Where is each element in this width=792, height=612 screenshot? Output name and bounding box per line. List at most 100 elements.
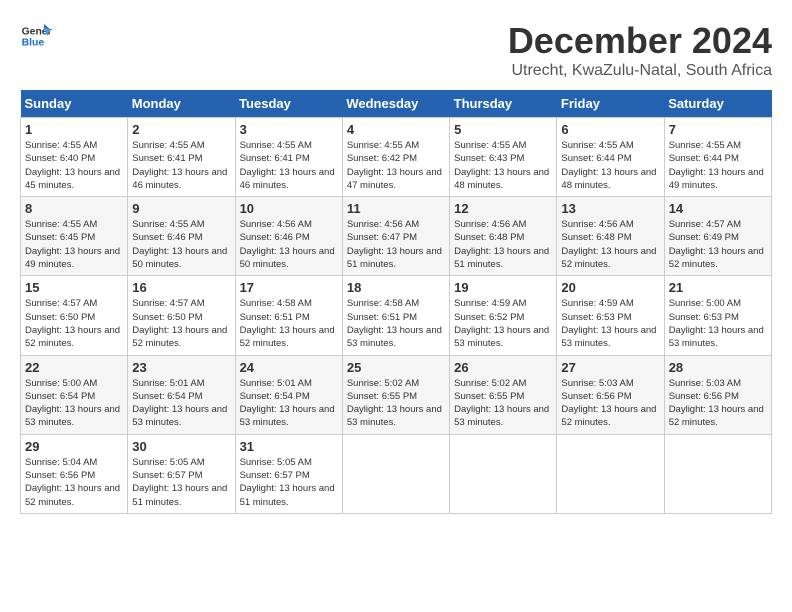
col-saturday: Saturday [664, 90, 771, 118]
table-row: 11 Sunrise: 4:56 AM Sunset: 6:47 PM Dayl… [342, 197, 449, 276]
day-number: 28 [669, 360, 767, 375]
day-info: Sunrise: 4:59 AM Sunset: 6:52 PM Dayligh… [454, 297, 552, 350]
calendar-week-row: 15 Sunrise: 4:57 AM Sunset: 6:50 PM Dayl… [21, 276, 772, 355]
day-number: 24 [240, 360, 338, 375]
day-number: 14 [669, 201, 767, 216]
day-number: 9 [132, 201, 230, 216]
day-info: Sunrise: 4:55 AM Sunset: 6:41 PM Dayligh… [132, 139, 230, 192]
table-row: 25 Sunrise: 5:02 AM Sunset: 6:55 PM Dayl… [342, 355, 449, 434]
day-number: 15 [25, 280, 123, 295]
calendar-week-row: 29 Sunrise: 5:04 AM Sunset: 6:56 PM Dayl… [21, 434, 772, 513]
day-number: 8 [25, 201, 123, 216]
day-info: Sunrise: 4:55 AM Sunset: 6:44 PM Dayligh… [561, 139, 659, 192]
day-info: Sunrise: 5:05 AM Sunset: 6:57 PM Dayligh… [240, 456, 338, 509]
day-number: 23 [132, 360, 230, 375]
logo: General Blue [20, 20, 52, 52]
day-info: Sunrise: 5:02 AM Sunset: 6:55 PM Dayligh… [347, 377, 445, 430]
table-row: 16 Sunrise: 4:57 AM Sunset: 6:50 PM Dayl… [128, 276, 235, 355]
day-number: 13 [561, 201, 659, 216]
day-info: Sunrise: 5:01 AM Sunset: 6:54 PM Dayligh… [132, 377, 230, 430]
calendar-week-row: 1 Sunrise: 4:55 AM Sunset: 6:40 PM Dayli… [21, 118, 772, 197]
day-info: Sunrise: 4:55 AM Sunset: 6:40 PM Dayligh… [25, 139, 123, 192]
day-number: 17 [240, 280, 338, 295]
day-number: 6 [561, 122, 659, 137]
title-section: December 2024 Utrecht, KwaZulu-Natal, So… [508, 20, 772, 80]
col-friday: Friday [557, 90, 664, 118]
table-row: 14 Sunrise: 4:57 AM Sunset: 6:49 PM Dayl… [664, 197, 771, 276]
table-row: 28 Sunrise: 5:03 AM Sunset: 6:56 PM Dayl… [664, 355, 771, 434]
table-row [664, 434, 771, 513]
table-row: 4 Sunrise: 4:55 AM Sunset: 6:42 PM Dayli… [342, 118, 449, 197]
day-number: 21 [669, 280, 767, 295]
day-info: Sunrise: 4:58 AM Sunset: 6:51 PM Dayligh… [240, 297, 338, 350]
svg-text:Blue: Blue [22, 38, 45, 49]
table-row: 27 Sunrise: 5:03 AM Sunset: 6:56 PM Dayl… [557, 355, 664, 434]
day-info: Sunrise: 4:58 AM Sunset: 6:51 PM Dayligh… [347, 297, 445, 350]
table-row: 10 Sunrise: 4:56 AM Sunset: 6:46 PM Dayl… [235, 197, 342, 276]
table-row: 8 Sunrise: 4:55 AM Sunset: 6:45 PM Dayli… [21, 197, 128, 276]
table-row: 29 Sunrise: 5:04 AM Sunset: 6:56 PM Dayl… [21, 434, 128, 513]
col-wednesday: Wednesday [342, 90, 449, 118]
day-number: 12 [454, 201, 552, 216]
day-number: 18 [347, 280, 445, 295]
col-thursday: Thursday [450, 90, 557, 118]
day-info: Sunrise: 4:59 AM Sunset: 6:53 PM Dayligh… [561, 297, 659, 350]
day-number: 16 [132, 280, 230, 295]
day-number: 27 [561, 360, 659, 375]
day-info: Sunrise: 4:55 AM Sunset: 6:41 PM Dayligh… [240, 139, 338, 192]
table-row: 13 Sunrise: 4:56 AM Sunset: 6:48 PM Dayl… [557, 197, 664, 276]
day-number: 20 [561, 280, 659, 295]
table-row: 3 Sunrise: 4:55 AM Sunset: 6:41 PM Dayli… [235, 118, 342, 197]
day-number: 31 [240, 439, 338, 454]
table-row [557, 434, 664, 513]
table-row: 9 Sunrise: 4:55 AM Sunset: 6:46 PM Dayli… [128, 197, 235, 276]
day-number: 25 [347, 360, 445, 375]
day-info: Sunrise: 4:56 AM Sunset: 6:48 PM Dayligh… [454, 218, 552, 271]
table-row: 7 Sunrise: 4:55 AM Sunset: 6:44 PM Dayli… [664, 118, 771, 197]
table-row [342, 434, 449, 513]
day-info: Sunrise: 5:00 AM Sunset: 6:54 PM Dayligh… [25, 377, 123, 430]
table-row [450, 434, 557, 513]
col-tuesday: Tuesday [235, 90, 342, 118]
day-info: Sunrise: 5:03 AM Sunset: 6:56 PM Dayligh… [669, 377, 767, 430]
col-sunday: Sunday [21, 90, 128, 118]
day-info: Sunrise: 4:55 AM Sunset: 6:44 PM Dayligh… [669, 139, 767, 192]
table-row: 22 Sunrise: 5:00 AM Sunset: 6:54 PM Dayl… [21, 355, 128, 434]
day-info: Sunrise: 5:04 AM Sunset: 6:56 PM Dayligh… [25, 456, 123, 509]
day-number: 19 [454, 280, 552, 295]
table-row: 6 Sunrise: 4:55 AM Sunset: 6:44 PM Dayli… [557, 118, 664, 197]
day-info: Sunrise: 5:01 AM Sunset: 6:54 PM Dayligh… [240, 377, 338, 430]
table-row: 19 Sunrise: 4:59 AM Sunset: 6:52 PM Dayl… [450, 276, 557, 355]
day-number: 30 [132, 439, 230, 454]
table-row: 24 Sunrise: 5:01 AM Sunset: 6:54 PM Dayl… [235, 355, 342, 434]
calendar-week-row: 22 Sunrise: 5:00 AM Sunset: 6:54 PM Dayl… [21, 355, 772, 434]
day-info: Sunrise: 4:56 AM Sunset: 6:47 PM Dayligh… [347, 218, 445, 271]
table-row: 12 Sunrise: 4:56 AM Sunset: 6:48 PM Dayl… [450, 197, 557, 276]
table-row: 2 Sunrise: 4:55 AM Sunset: 6:41 PM Dayli… [128, 118, 235, 197]
day-number: 1 [25, 122, 123, 137]
table-row: 30 Sunrise: 5:05 AM Sunset: 6:57 PM Dayl… [128, 434, 235, 513]
day-info: Sunrise: 4:57 AM Sunset: 6:50 PM Dayligh… [25, 297, 123, 350]
table-row: 23 Sunrise: 5:01 AM Sunset: 6:54 PM Dayl… [128, 355, 235, 434]
day-number: 11 [347, 201, 445, 216]
day-number: 26 [454, 360, 552, 375]
day-number: 22 [25, 360, 123, 375]
table-row: 18 Sunrise: 4:58 AM Sunset: 6:51 PM Dayl… [342, 276, 449, 355]
day-info: Sunrise: 4:55 AM Sunset: 6:45 PM Dayligh… [25, 218, 123, 271]
table-row: 26 Sunrise: 5:02 AM Sunset: 6:55 PM Dayl… [450, 355, 557, 434]
day-info: Sunrise: 5:05 AM Sunset: 6:57 PM Dayligh… [132, 456, 230, 509]
col-monday: Monday [128, 90, 235, 118]
table-row: 15 Sunrise: 4:57 AM Sunset: 6:50 PM Dayl… [21, 276, 128, 355]
day-number: 5 [454, 122, 552, 137]
day-number: 10 [240, 201, 338, 216]
month-title: December 2024 [508, 20, 772, 62]
location: Utrecht, KwaZulu-Natal, South Africa [508, 62, 772, 80]
day-info: Sunrise: 4:57 AM Sunset: 6:50 PM Dayligh… [132, 297, 230, 350]
day-info: Sunrise: 4:55 AM Sunset: 6:46 PM Dayligh… [132, 218, 230, 271]
day-number: 29 [25, 439, 123, 454]
table-row: 17 Sunrise: 4:58 AM Sunset: 6:51 PM Dayl… [235, 276, 342, 355]
page-header: General Blue December 2024 Utrecht, KwaZ… [20, 20, 772, 80]
day-number: 3 [240, 122, 338, 137]
day-info: Sunrise: 5:03 AM Sunset: 6:56 PM Dayligh… [561, 377, 659, 430]
day-info: Sunrise: 4:55 AM Sunset: 6:43 PM Dayligh… [454, 139, 552, 192]
